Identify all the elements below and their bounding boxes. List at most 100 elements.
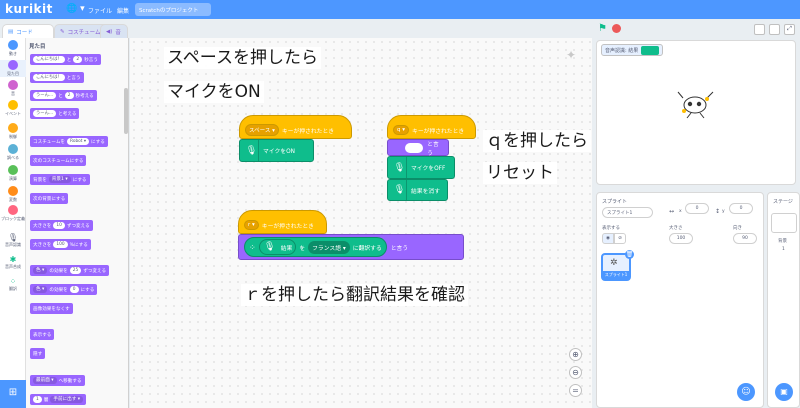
category-text-to-speech[interactable]: ✱ 音声合成 — [0, 255, 26, 270]
block-next-costume[interactable]: 次のコスチュームにする — [30, 155, 87, 166]
size-input[interactable]: 100 — [669, 233, 693, 244]
x-arrows-icon: ↔ — [669, 208, 675, 215]
language-dropdown[interactable]: フランス語 ▾ — [308, 240, 350, 254]
logo[interactable]: kurikit — [5, 2, 53, 16]
sprite-watermark-icon: ✦ — [566, 48, 577, 62]
fullscreen-icon[interactable]: ⤢ — [784, 24, 795, 35]
palette-scrollbar[interactable] — [124, 88, 128, 134]
choose-sprite-button[interactable]: ☺ — [737, 383, 755, 401]
block-say-for-secs[interactable]: こんにちは！と 2 秒言う — [30, 54, 101, 65]
green-flag-icon[interactable]: ⚑ — [598, 23, 607, 34]
microphone-icon: 🎙 — [263, 242, 276, 252]
sprite-name-input[interactable]: スプライト1 — [602, 207, 653, 218]
block-say[interactable]: こんにちは！ と言う — [30, 72, 84, 83]
block-switch-costume[interactable]: コスチュームを Robot ▾ にする — [30, 136, 108, 147]
category-my-blocks[interactable]: ブロック定義 — [0, 205, 26, 222]
block-palette: 見た目 こんにちは！と 2 秒言う こんにちは！ と言う うーん… と 2 秒考える うーん… — [26, 38, 129, 408]
category-translate[interactable]: ⁘ 翻訳 — [0, 277, 26, 292]
category-speech-recognition[interactable]: 🎙 音声認識 — [0, 233, 26, 248]
block-set-size[interactable]: 大きさを 100 %にする — [30, 239, 91, 250]
block-hide[interactable]: 隠す — [30, 348, 46, 359]
tab-sound[interactable]: ◀) 音 — [100, 24, 128, 38]
brush-icon: ✎ — [60, 28, 65, 35]
block-set-effect[interactable]: 色 ▾ の効果を 0 にする — [30, 284, 98, 295]
palette-heading: 見た目 — [29, 44, 46, 50]
block-switch-backdrop[interactable]: 背景を 背景1 ▾ にする — [30, 174, 90, 185]
backdrop-thumbnail[interactable] — [771, 213, 797, 233]
tab-code[interactable]: ▤ コード — [2, 24, 54, 39]
stage-header: ⚑ ⤢ — [594, 19, 800, 40]
category-looks[interactable]: 見た目 — [0, 60, 26, 77]
block-show[interactable]: 表示する — [30, 329, 55, 340]
code-icon: ▤ — [8, 29, 14, 35]
sprite-info-panel: スプライト スプライト1 ↔ x 0 ↕ y 0 表示する ◉ ⊘ 大きさ 10… — [596, 192, 764, 408]
block-say-translation[interactable]: ⁘ 🎙 結果 を フランス語 ▾ に翻訳する と言う — [238, 234, 464, 260]
extension-icon: ⊞ — [8, 387, 18, 398]
sprite-label: スプライト — [602, 199, 628, 205]
hat-when-key-space[interactable]: スペース ▾ キーが押されたとき — [239, 115, 352, 139]
robot-sprite-icon[interactable] — [677, 89, 715, 119]
stage[interactable]: 音声認識: 結果 — [596, 40, 796, 185]
note-space-key: スペースを押したら — [164, 47, 321, 69]
note-reset: リセット — [483, 162, 557, 184]
microphone-icon: 🎙 — [245, 140, 259, 161]
file-menu[interactable]: ファイル — [88, 6, 112, 15]
show-eye-icon[interactable]: ◉ — [602, 233, 614, 244]
category-operators[interactable]: 演算 — [0, 165, 26, 182]
block-think[interactable]: うーん… と考える — [30, 108, 80, 119]
category-control[interactable]: 制御 — [0, 123, 26, 140]
add-extension-button[interactable]: ⊞ — [0, 380, 26, 408]
robot-thumb-icon: ✲ — [610, 258, 618, 268]
block-change-effect[interactable]: 色 ▾ の効果を 25 ずつ変える — [30, 265, 110, 276]
block-change-size[interactable]: 大きさを 10 ずつ変える — [30, 220, 93, 231]
category-motion[interactable]: 動き — [0, 40, 26, 57]
block-next-backdrop[interactable]: 次の背景にする — [30, 193, 69, 204]
cat-icon: ☺ — [741, 387, 751, 397]
note-r-key: ｒを押したら翻訳結果を確認 — [241, 284, 468, 306]
category-events[interactable]: イベント — [0, 100, 26, 117]
block-clear-result[interactable]: 🎙 結果を消す — [387, 179, 448, 201]
edit-menu[interactable]: 編集 — [117, 6, 129, 15]
zoom-reset-button[interactable]: = — [569, 384, 582, 397]
zoom-out-button[interactable]: ⊖ — [569, 366, 582, 379]
translate-icon: ⁘ — [9, 277, 17, 286]
zoom-in-button[interactable]: ⊕ — [569, 348, 582, 361]
hat-when-key-r[interactable]: r ▾ キーが押されたとき — [238, 210, 327, 234]
microphone-icon: 🎙 — [7, 233, 19, 242]
translate-icon: ⁘ — [249, 242, 256, 252]
menu-bar: kurikit 🌐 ▾ ファイル 編集 Scratchのプロジェクト — [0, 0, 800, 19]
block-clear-effects[interactable]: 画像効果をなくす — [30, 303, 73, 314]
microphone-icon: 🎙 — [393, 180, 407, 200]
x-input[interactable]: 0 — [685, 203, 709, 214]
y-arrows-icon: ↕ — [715, 208, 721, 215]
direction-input[interactable]: 90 — [733, 233, 757, 244]
project-title-input[interactable]: Scratchのプロジェクト — [135, 3, 211, 16]
language-menu[interactable]: 🌐 ▾ — [66, 4, 85, 14]
choose-backdrop-button[interactable]: ▣ — [775, 383, 793, 401]
block-change-layer[interactable]: 1 層手前に出す ▾ — [30, 394, 87, 405]
block-mic-on[interactable]: 🎙 マイクをON — [239, 139, 314, 162]
hide-eye-icon[interactable]: ⊘ — [614, 233, 626, 244]
sprite-thumbnail[interactable]: ✲ スプライト1 🗑 — [601, 250, 634, 281]
category-menu: 動き 見た目 音 イベント 制御 調べる 演算 変数 ブロック定義 🎙 音声認識 … — [0, 38, 26, 408]
small-stage-button[interactable] — [754, 24, 765, 35]
reporter-result[interactable]: 🎙 結果 — [258, 239, 297, 255]
category-sound[interactable]: 音 — [0, 80, 26, 97]
block-go-to-layer[interactable]: 最前面 ▾ へ移動する — [30, 375, 85, 386]
hat-when-key-q[interactable]: q ▾ キーが押されたとき — [387, 115, 476, 139]
code-area[interactable]: ✦ スペースを押したら マイクをON ｑを押したら リセット ｒを押したら翻訳結… — [130, 38, 592, 408]
note-q-key: ｑを押したら — [483, 130, 591, 152]
category-sensing[interactable]: 調べる — [0, 144, 26, 161]
monitor-value — [641, 45, 660, 55]
delete-icon[interactable]: 🗑 — [625, 250, 634, 259]
large-stage-button[interactable] — [769, 24, 780, 35]
speaker-icon: ◀) — [106, 28, 113, 35]
y-input[interactable]: 0 — [729, 203, 753, 214]
block-mic-off[interactable]: 🎙 マイクをOFF — [387, 156, 455, 179]
block-think-for-secs[interactable]: うーん… と 2 秒考える — [30, 90, 97, 101]
stage-selector[interactable]: ステージ 背景 1 ▣ — [767, 192, 800, 408]
block-translate[interactable]: ⁘ 🎙 結果 を フランス語 ▾ に翻訳する — [244, 237, 387, 257]
stop-icon[interactable] — [612, 24, 621, 33]
category-variables[interactable]: 変数 — [0, 186, 26, 203]
block-say-empty[interactable]: と言う — [387, 139, 449, 157]
